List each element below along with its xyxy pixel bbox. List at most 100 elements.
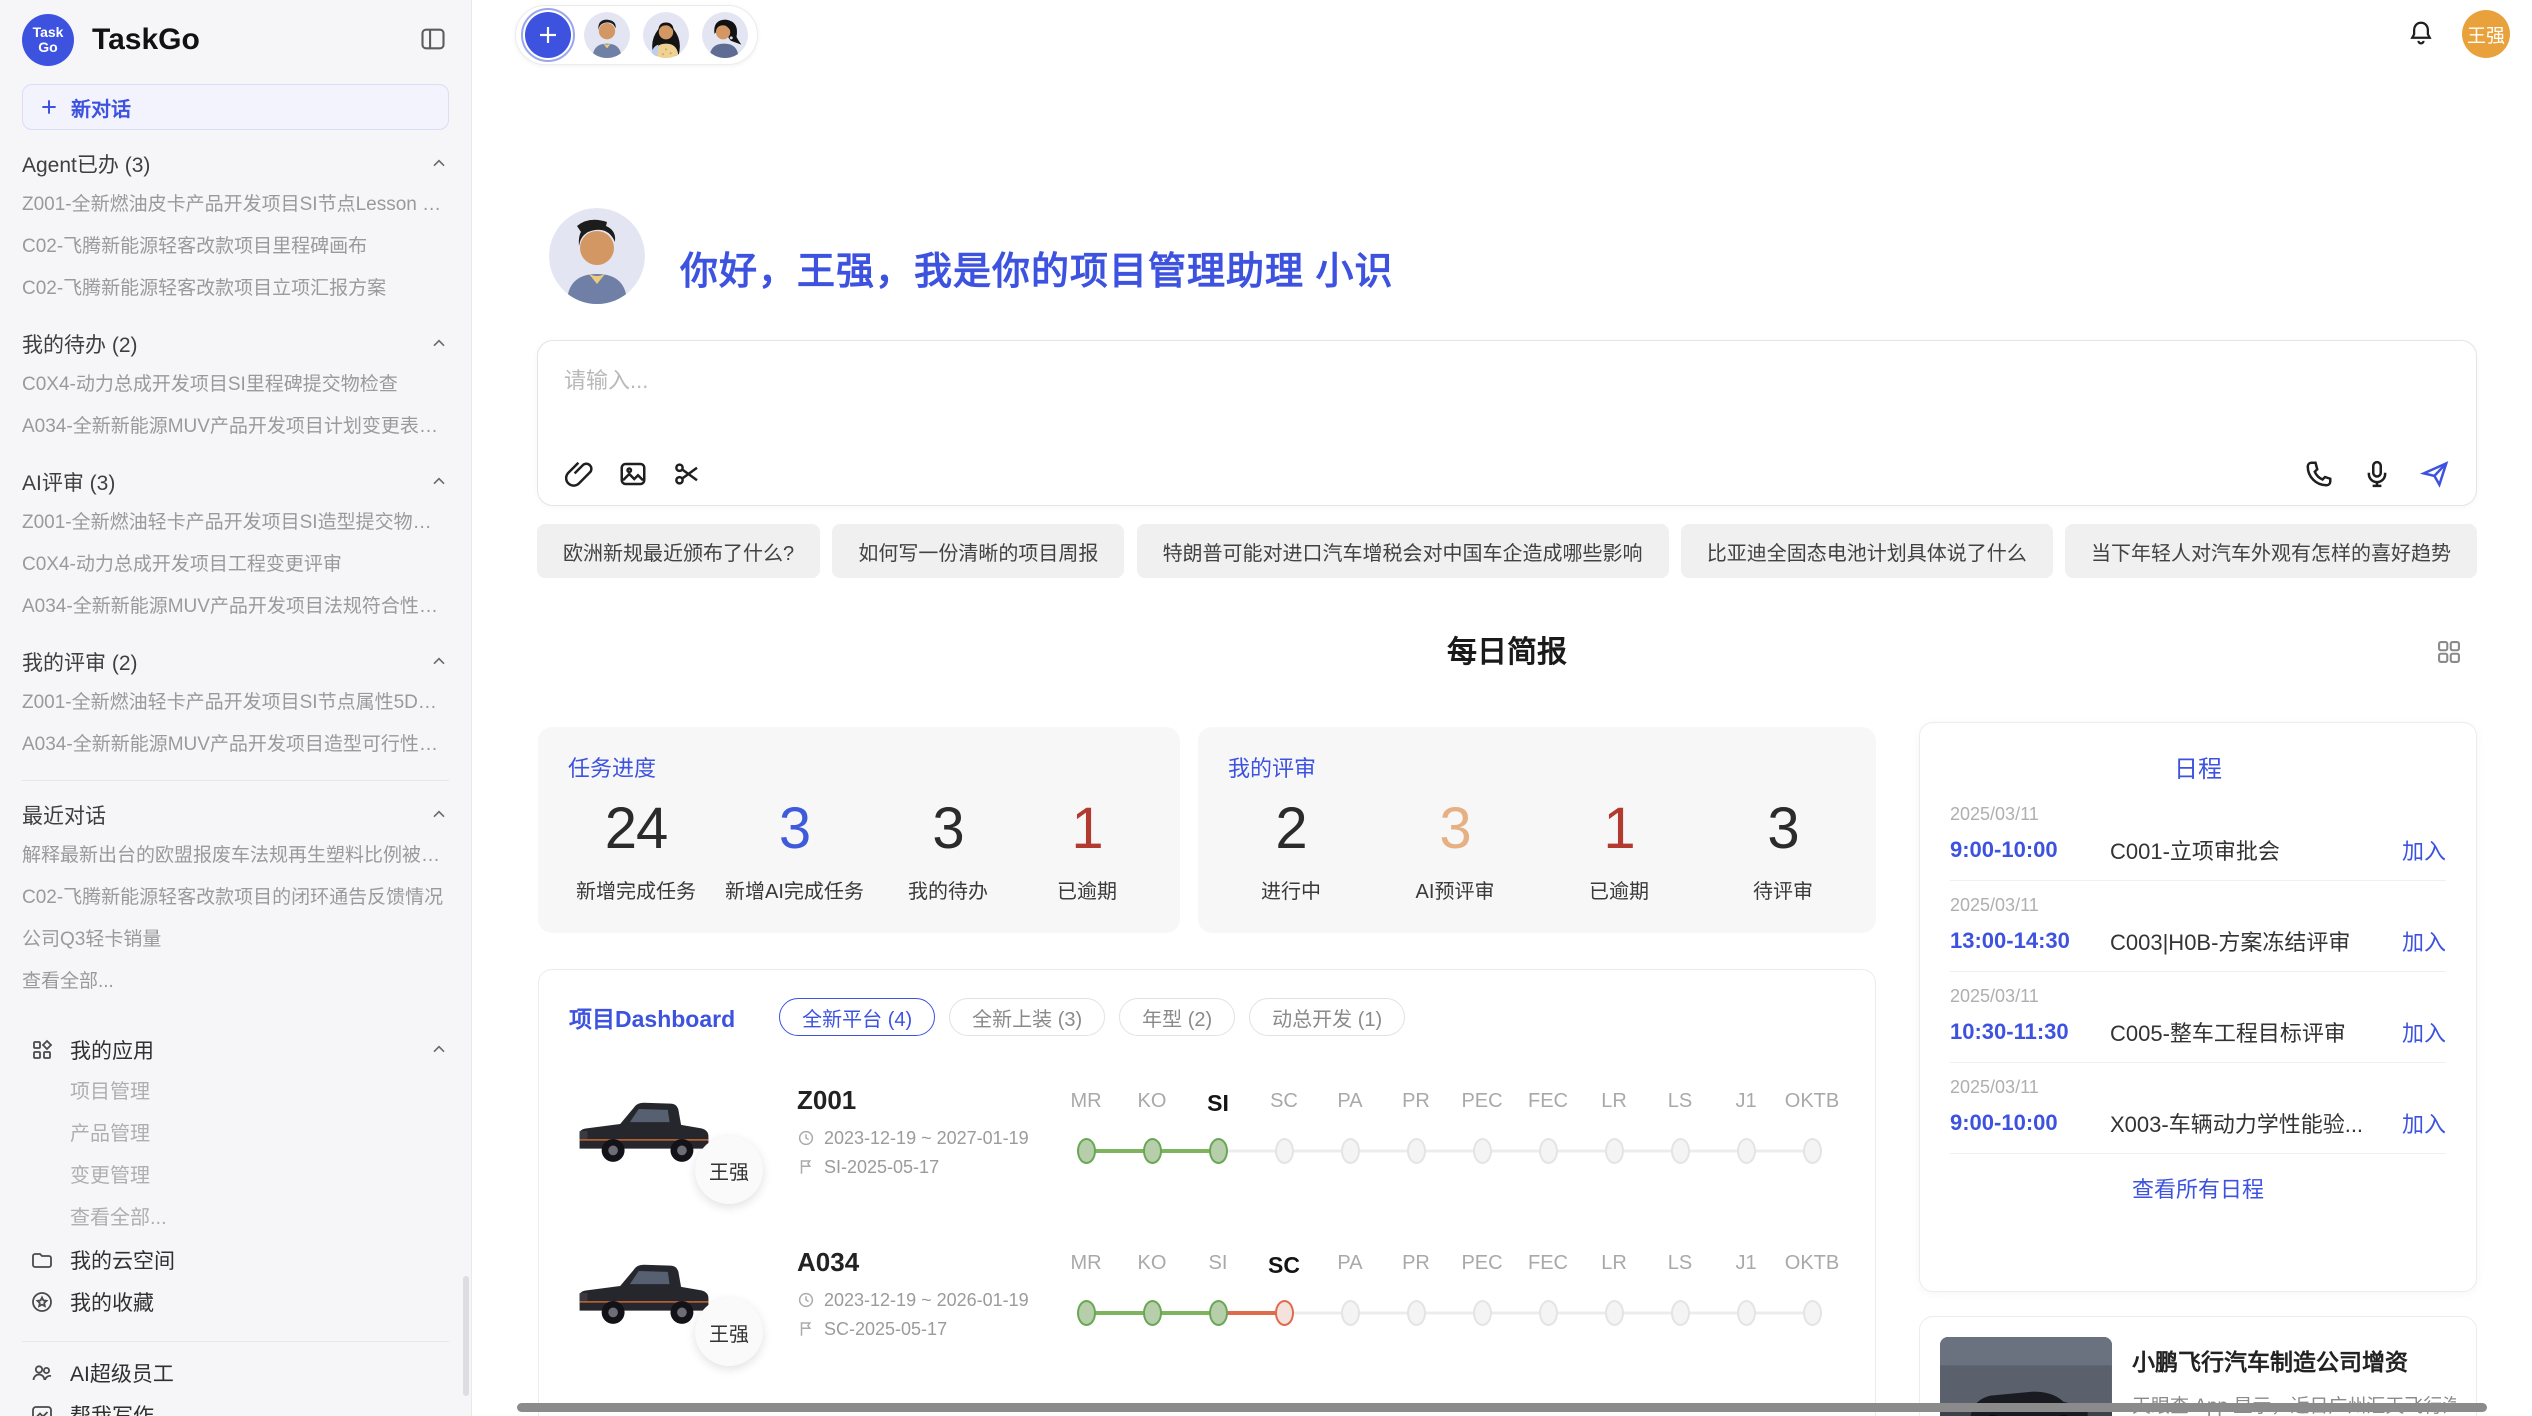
attachment-paperclip-icon[interactable] — [564, 459, 594, 489]
new-chat-label: 新对话 — [71, 93, 131, 122]
milestone-label: MR — [1053, 1090, 1119, 1117]
section-header-agent-done[interactable]: Agent已办 (3) — [22, 144, 449, 184]
schedule-date: 2025/03/11 — [1950, 1077, 2446, 1098]
tab-powertrain[interactable]: 动总开发 (1) — [1249, 998, 1405, 1036]
milestone-label: PR — [1383, 1252, 1449, 1279]
scissors-icon[interactable] — [672, 459, 702, 489]
image-icon[interactable] — [618, 459, 648, 489]
project-dashboard-card: 项目Dashboard 全新平台 (4) 全新上装 (3) 年型 (2) 动总开… — [538, 969, 1876, 1416]
section-header-recent[interactable]: 最近对话 — [22, 795, 449, 835]
milestone-dot-future — [1671, 1138, 1690, 1164]
sidebar-item-ai-employee[interactable]: AI超级员工 — [22, 1352, 449, 1394]
milestone-dot-done — [1209, 1300, 1228, 1326]
sidebar-item-project-mgmt[interactable]: 项目管理 — [22, 1071, 449, 1113]
stat: 3 我的待办 — [893, 793, 1003, 904]
schedule-time: 13:00-14:30 — [1950, 928, 2110, 954]
view-all-schedule-link[interactable]: 查看所有日程 — [1950, 1172, 2446, 1204]
section-header-my-todo[interactable]: 我的待办 (2) — [22, 324, 449, 364]
add-contact-button[interactable] — [525, 12, 571, 58]
chevron-up-icon[interactable] — [429, 652, 449, 672]
sidebar-item-help-write[interactable]: 帮我写作 — [22, 1394, 449, 1416]
user-avatar[interactable]: 王强 — [2462, 10, 2510, 58]
sidebar-item-my-apps[interactable]: 我的应用 — [22, 1029, 449, 1071]
list-item[interactable]: 解释最新出台的欧盟报废车法规再生塑料比例被调至15%... — [22, 835, 449, 877]
new-chat-button[interactable]: 新对话 — [22, 84, 449, 130]
chevron-up-icon[interactable] — [429, 805, 449, 825]
section-header-my-review[interactable]: 我的评审 (2) — [22, 642, 449, 682]
sidebar-scrollbar[interactable] — [463, 1276, 469, 1396]
stat-value: 2 — [1236, 793, 1346, 865]
view-all-apps[interactable]: 查看全部... — [22, 1197, 449, 1239]
milestone-dot-future — [1275, 1138, 1294, 1164]
news-card[interactable]: 小鹏飞行汽车制造公司增资 天眼查 App 显示，近日广州汇天飞行汽... — [1919, 1316, 2477, 1416]
avatar[interactable] — [702, 12, 748, 58]
stat-label: 已逾期 — [1564, 875, 1674, 904]
milestone-dot-future — [1341, 1300, 1360, 1326]
join-button[interactable]: 加入 — [2402, 834, 2446, 866]
sidebar-collapse-icon[interactable] — [419, 25, 447, 53]
list-item[interactable]: Z001-全新燃油轻卡产品开发项目SI节点属性5D文件评审 — [22, 682, 449, 724]
project-milestone-note: SI-2025-05-17 — [824, 1157, 939, 1178]
suggestion-chip[interactable]: 比亚迪全固态电池计划具体说了什么 — [1681, 524, 2053, 578]
send-icon[interactable] — [2420, 459, 2450, 489]
suggestion-chip[interactable]: 特朗普可能对进口汽车增税会对中国车企造成哪些影响 — [1137, 524, 1669, 578]
app-logo: Task Go — [22, 14, 74, 66]
milestone-label: FEC — [1515, 1090, 1581, 1117]
schedule-event-title: C005-整车工程目标评审 — [2110, 1016, 2390, 1048]
notification-bell-icon[interactable] — [2406, 19, 2436, 49]
stat-value: 3 — [893, 793, 1003, 865]
stat: 24 新增完成任务 — [576, 793, 696, 904]
list-item[interactable]: C0X4-动力总成开发项目工程变更评审 — [22, 544, 449, 586]
suggestion-chip[interactable]: 如何写一份清晰的项目周报 — [832, 524, 1124, 578]
view-all-conversations[interactable]: 查看全部... — [22, 961, 449, 1003]
milestone-label: LS — [1647, 1252, 1713, 1279]
project-row[interactable]: 王强 A034 2023-12-19 ~ 2026-01-19 SC-2025-… — [569, 1228, 1845, 1358]
list-item[interactable]: Z001-全新燃油皮卡产品开发项目SI节点Lesson Learn报告 — [22, 184, 449, 226]
sidebar-item-cloud-space[interactable]: 我的云空间 — [22, 1239, 449, 1281]
chevron-up-icon[interactable] — [429, 472, 449, 492]
horizontal-scrollbar[interactable] — [517, 1403, 2487, 1412]
join-button[interactable]: 加入 — [2402, 1016, 2446, 1048]
list-item[interactable]: A034-全新新能源MUV产品开发项目计划变更表编写 — [22, 406, 449, 448]
list-item[interactable]: C02-飞腾新能源轻客改款项目里程碑画布 — [22, 226, 449, 268]
avatar[interactable] — [643, 12, 689, 58]
join-button[interactable]: 加入 — [2402, 1107, 2446, 1139]
milestone-dot-future — [1539, 1300, 1558, 1326]
sidebar-item-favorites[interactable]: 我的收藏 — [22, 1281, 449, 1323]
project-image: 王强 — [569, 1244, 719, 1342]
tab-new-body[interactable]: 全新上装 (3) — [949, 998, 1105, 1036]
list-item[interactable]: C02-飞腾新能源轻客改款项目立项汇报方案 — [22, 268, 449, 310]
sidebar-item-product-mgmt[interactable]: 产品管理 — [22, 1113, 449, 1155]
microphone-icon[interactable] — [2362, 459, 2392, 489]
nav-label: 我的云空间 — [70, 1245, 175, 1275]
schedule-date: 2025/03/11 — [1950, 895, 2446, 916]
list-item[interactable]: Z001-全新燃油轻卡产品开发项目SI造型提交物评审 — [22, 502, 449, 544]
flag-icon — [797, 1320, 815, 1338]
tab-new-platform[interactable]: 全新平台 (4) — [779, 998, 935, 1036]
nav-label: 我的应用 — [70, 1035, 154, 1065]
divider — [22, 1341, 449, 1342]
chevron-up-icon[interactable] — [429, 1040, 449, 1060]
list-item[interactable]: C02-飞腾新能源轻客改款项目的闭环通告反馈情况 — [22, 877, 449, 919]
tab-year-model[interactable]: 年型 (2) — [1119, 998, 1235, 1036]
join-button[interactable]: 加入 — [2402, 925, 2446, 957]
owner-badge: 王强 — [695, 1136, 763, 1204]
list-item[interactable]: C0X4-动力总成开发项目SI里程碑提交物检查 — [22, 364, 449, 406]
schedule-date: 2025/03/11 — [1950, 986, 2446, 1007]
chevron-up-icon[interactable] — [429, 154, 449, 174]
project-row[interactable]: 王强 Z001 2023-12-19 ~ 2027-01-19 SI-2025-… — [569, 1066, 1845, 1196]
suggestion-chip[interactable]: 当下年轻人对汽车外观有怎样的喜好趋势 — [2065, 524, 2477, 578]
list-item[interactable]: A034-全新新能源MUV产品开发项目法规符合性评审 — [22, 586, 449, 628]
schedule-title: 日程 — [1950, 749, 2446, 784]
suggestion-chip[interactable]: 欧洲新规最近颁布了什么? — [537, 524, 820, 578]
list-item[interactable]: 公司Q3轻卡销量 — [22, 919, 449, 961]
section-header-ai-review[interactable]: AI评审 (3) — [22, 462, 449, 502]
chevron-up-icon[interactable] — [429, 334, 449, 354]
list-item[interactable]: A034-全新新能源MUV产品开发项目造型可行性评审 — [22, 724, 449, 766]
sidebar-item-change-mgmt[interactable]: 变更管理 — [22, 1155, 449, 1197]
phone-call-icon[interactable] — [2304, 459, 2334, 489]
layout-grid-icon[interactable] — [2435, 638, 2463, 666]
avatar[interactable] — [584, 12, 630, 58]
stat-value: 1 — [1032, 793, 1142, 865]
chat-input[interactable] — [538, 341, 2476, 433]
